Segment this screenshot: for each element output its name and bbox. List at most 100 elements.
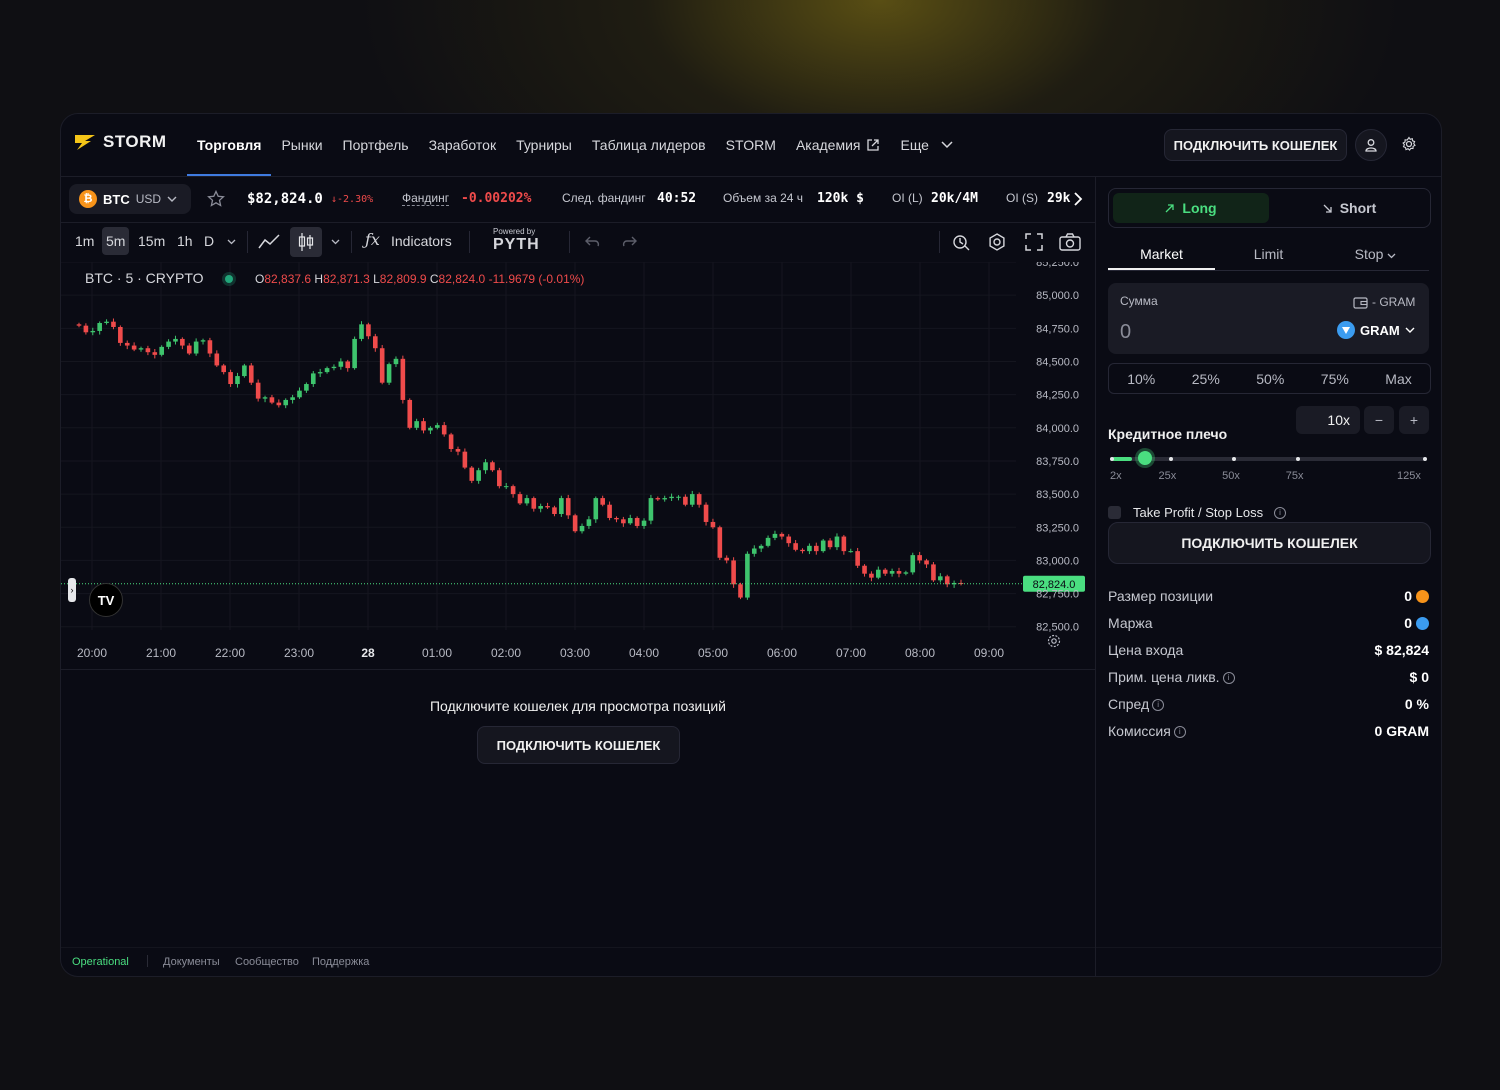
info-icon[interactable]: i bbox=[1274, 507, 1286, 519]
market-selector[interactable]: ₿ BTC USD bbox=[69, 184, 191, 214]
nav-item-portfolio[interactable]: Портфель bbox=[333, 114, 419, 176]
indicators-button[interactable]: Indicators bbox=[391, 233, 452, 249]
chevron-right-icon[interactable] bbox=[1073, 192, 1083, 206]
candle-body bbox=[159, 346, 164, 355]
user-icon bbox=[1365, 139, 1377, 152]
candle-body bbox=[462, 451, 468, 468]
next-funding-value: 40:52 bbox=[657, 191, 697, 206]
nav-item-leaderboard[interactable]: Таблица лидеров bbox=[582, 114, 716, 176]
candle-body bbox=[765, 537, 771, 546]
profile-button[interactable] bbox=[1355, 129, 1387, 161]
slider-track bbox=[1112, 457, 1425, 461]
tab-underline bbox=[1108, 268, 1215, 270]
nav-menu: Торговля Рынки Портфель Заработок Турнир… bbox=[187, 114, 963, 176]
chevron-down-icon bbox=[1405, 327, 1415, 333]
footer-link-support[interactable]: Поддержка bbox=[312, 956, 369, 968]
timeframe-1m[interactable]: 1m bbox=[75, 233, 94, 249]
line-chart-icon[interactable] bbox=[258, 233, 280, 251]
stat-label: Спред i bbox=[1108, 696, 1165, 712]
axis-settings-icon[interactable] bbox=[1047, 634, 1061, 648]
undo-icon[interactable] bbox=[585, 235, 601, 249]
leverage-decrease-button[interactable]: − bbox=[1364, 406, 1394, 434]
y-tick-label: 82,500.0 bbox=[1036, 622, 1079, 634]
chart-settings-icon[interactable] bbox=[987, 232, 1007, 252]
preset-max[interactable]: Max bbox=[1385, 371, 1411, 387]
info-icon[interactable]: i bbox=[1152, 699, 1165, 712]
nav-item-more[interactable]: Еще bbox=[890, 114, 963, 176]
candle-body bbox=[917, 555, 922, 561]
candle-body bbox=[414, 421, 419, 428]
nav-item-storm[interactable]: STORM bbox=[716, 114, 786, 176]
long-button[interactable]: Long bbox=[1113, 193, 1269, 223]
tab-stop[interactable]: Stop bbox=[1322, 246, 1429, 262]
amount-box[interactable]: Сумма 0 - GRAM GRAM bbox=[1108, 283, 1429, 354]
x-tick-label: 05:00 bbox=[698, 646, 728, 660]
timeframe-d[interactable]: D bbox=[204, 233, 214, 249]
price-chart[interactable]: 82,824.0 85,250.0 85,000.0 84,750.0 84,500.… bbox=[61, 257, 1095, 667]
settings-button[interactable] bbox=[1401, 136, 1417, 157]
y-tick-label: 84,500.0 bbox=[1036, 356, 1079, 368]
nav-item-academy[interactable]: Академия bbox=[786, 114, 891, 176]
nav-item-markets[interactable]: Рынки bbox=[271, 114, 332, 176]
redo-icon[interactable] bbox=[621, 235, 637, 249]
chevron-down-icon[interactable] bbox=[331, 239, 340, 245]
candle-body bbox=[290, 397, 295, 400]
storm-logo[interactable]: STORM bbox=[73, 132, 167, 152]
status-operational[interactable]: Operational bbox=[72, 956, 129, 968]
nav-item-earn[interactable]: Заработок bbox=[419, 114, 506, 176]
amount-label: Сумма bbox=[1120, 294, 1158, 308]
timeframe-15m[interactable]: 15m bbox=[138, 233, 165, 249]
preset-50[interactable]: 50% bbox=[1256, 371, 1284, 387]
chevron-down-icon[interactable] bbox=[227, 239, 236, 245]
tab-market[interactable]: Market bbox=[1108, 246, 1215, 262]
preset-25[interactable]: 25% bbox=[1192, 371, 1220, 387]
tpsl-label[interactable]: Take Profit / Stop Loss bbox=[1133, 505, 1263, 520]
replay-icon[interactable] bbox=[951, 232, 971, 252]
candle-body bbox=[931, 564, 936, 581]
candle-body bbox=[538, 506, 543, 509]
amount-input[interactable]: 0 bbox=[1120, 321, 1131, 344]
footer-link-docs[interactable]: Документы bbox=[163, 956, 220, 968]
candle-body bbox=[421, 421, 426, 431]
panel-connect-button[interactable]: ПОДКЛЮЧИТЬ КОШЕЛЕК bbox=[1108, 522, 1431, 564]
candle-body bbox=[221, 365, 227, 373]
nav-item-tournaments[interactable]: Турниры bbox=[506, 114, 582, 176]
info-icon[interactable]: i bbox=[1222, 672, 1235, 685]
leverage-input[interactable]: 10x bbox=[1296, 406, 1360, 434]
candle-body bbox=[352, 338, 357, 369]
camera-icon[interactable] bbox=[1059, 232, 1081, 252]
info-icon[interactable]: i bbox=[1173, 726, 1186, 739]
drawer-handle[interactable]: › bbox=[68, 578, 76, 602]
token-selector[interactable]: GRAM bbox=[1337, 321, 1415, 339]
candles-button[interactable] bbox=[290, 227, 322, 257]
footer-link-community[interactable]: Сообщество bbox=[235, 956, 299, 968]
fx-icon: ƒx bbox=[365, 230, 380, 249]
arrow-up-right-icon bbox=[1165, 203, 1175, 212]
chart-canvas[interactable]: 82,824.0 85,250.0 85,000.0 84,750.0 84,500.… bbox=[61, 257, 1095, 667]
positions-connect-button[interactable]: ПОДКЛЮЧИТЬ КОШЕЛЕК bbox=[477, 726, 680, 764]
connect-wallet-button[interactable]: ПОДКЛЮЧИТЬ КОШЕЛЕК bbox=[1164, 129, 1347, 161]
pyth-logo: PYTH bbox=[493, 236, 540, 253]
candle-body bbox=[510, 486, 516, 495]
preset-10[interactable]: 10% bbox=[1127, 371, 1155, 387]
volume-value: 120k $ bbox=[817, 191, 864, 206]
leverage-increase-button[interactable]: + bbox=[1399, 406, 1429, 434]
connect-wallet-label: ПОДКЛЮЧИТЬ КОШЕЛЕК bbox=[1173, 137, 1338, 153]
tpsl-checkbox[interactable] bbox=[1108, 506, 1121, 519]
slider-knob[interactable] bbox=[1138, 451, 1153, 465]
fullscreen-icon[interactable] bbox=[1025, 233, 1043, 251]
star-icon[interactable] bbox=[207, 190, 225, 208]
preset-75[interactable]: 75% bbox=[1321, 371, 1349, 387]
nav-item-trading[interactable]: Торговля bbox=[187, 114, 272, 176]
short-button[interactable]: Short bbox=[1273, 193, 1426, 223]
candle-body bbox=[669, 496, 674, 499]
timeframe-1h[interactable]: 1h bbox=[177, 233, 193, 249]
tradingview-logo[interactable]: TV bbox=[89, 583, 123, 617]
oi-long-label: OI (L) bbox=[892, 191, 923, 205]
timeframe-5m[interactable]: 5m bbox=[102, 227, 130, 255]
tab-limit[interactable]: Limit bbox=[1215, 246, 1322, 262]
y-tick-label: 83,750.0 bbox=[1036, 456, 1079, 468]
leverage-slider[interactable] bbox=[1108, 447, 1429, 471]
candlestick-icon bbox=[298, 233, 314, 251]
x-tick-label: 21:00 bbox=[146, 646, 176, 660]
